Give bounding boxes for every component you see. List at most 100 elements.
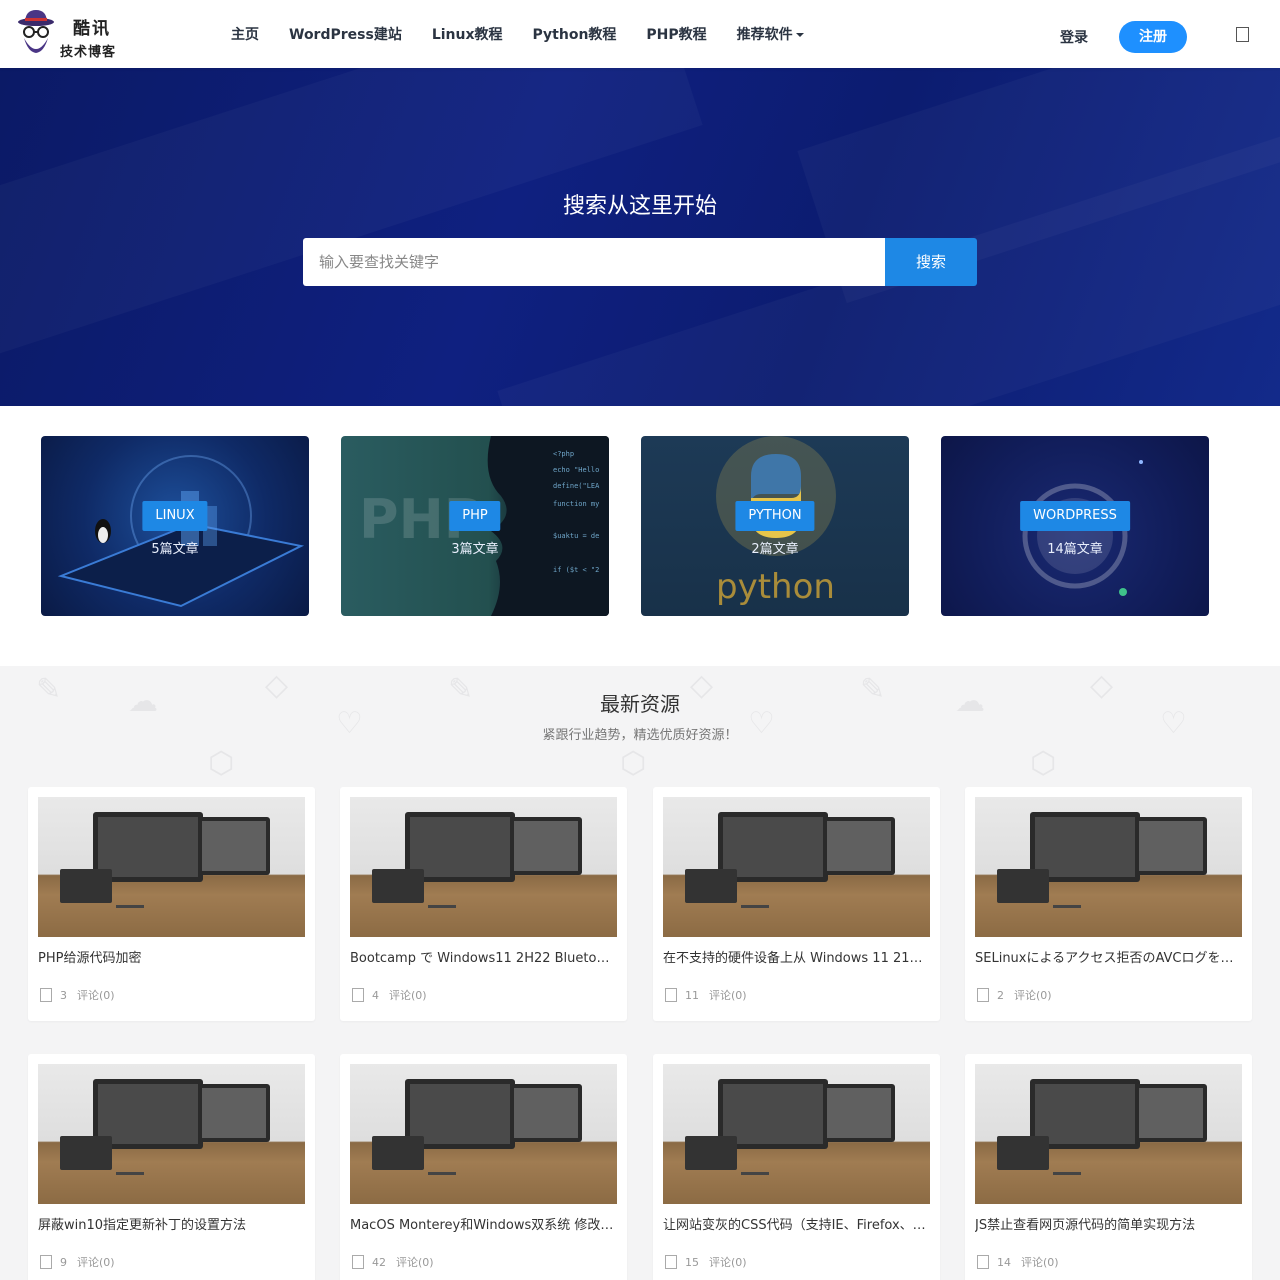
eye-icon: [352, 1255, 364, 1269]
post-title[interactable]: SELinuxによるアクセス拒否のAVCログを確認する: [975, 947, 1242, 966]
comment-count[interactable]: 评论(0): [396, 1254, 434, 1270]
desk-monitors-image: [997, 1079, 1207, 1175]
post-title[interactable]: PHP给源代码加密: [38, 947, 305, 966]
nav-item-python[interactable]: Python教程: [533, 24, 617, 44]
nav-item-linux[interactable]: Linux教程: [432, 24, 503, 44]
category-card-wordpress[interactable]: WORDPRESS 14篇文章: [941, 436, 1209, 616]
post-card[interactable]: 屏蔽win10指定更新补丁的设置方法 9 评论(0): [28, 1054, 315, 1280]
category-count: 14篇文章: [1047, 542, 1103, 557]
eye-icon: [665, 1255, 677, 1269]
category-section: LINUX 5篇文章 PHP <?php echo "Hello define(…: [0, 406, 1280, 666]
post-card[interactable]: MacOS Monterey和Windows双系统 修改默认启动 42 评论(0…: [340, 1054, 627, 1280]
svg-text:if ($t < "2: if ($t < "2: [553, 566, 599, 574]
post-title[interactable]: Bootcamp で Windows11 2H22 Bluetooth の問題: [350, 947, 617, 966]
svg-text:define("LEA: define("LEA: [553, 482, 600, 490]
search-input[interactable]: [303, 238, 885, 286]
section-title: 最新资源: [600, 692, 680, 716]
search-toggle-icon[interactable]: [1236, 27, 1249, 42]
desk-monitors-image: [372, 812, 582, 908]
post-thumbnail[interactable]: [38, 1064, 305, 1204]
desk-monitors-image: [372, 1079, 582, 1175]
desk-monitors-image: [685, 812, 895, 908]
post-thumbnail[interactable]: [663, 797, 930, 937]
category-count: 5篇文章: [151, 542, 199, 557]
svg-text:function my: function my: [553, 500, 599, 508]
post-meta: 9 评论(0): [40, 1254, 115, 1270]
post-card[interactable]: SELinuxによるアクセス拒否のAVCログを確認する 2 评论(0): [965, 787, 1252, 1021]
view-count: 4: [372, 988, 379, 1002]
comment-count[interactable]: 评论(0): [1021, 1254, 1059, 1270]
post-meta: 11 评论(0): [665, 987, 747, 1003]
view-count: 9: [60, 1255, 67, 1269]
comment-count[interactable]: 评论(0): [709, 1254, 747, 1270]
post-thumbnail[interactable]: [350, 797, 617, 937]
post-title[interactable]: 让网站变灰的CSS代码（支持IE、Firefox、Chrome）: [663, 1214, 930, 1233]
post-card[interactable]: 让网站变灰的CSS代码（支持IE、Firefox、Chrome） 15 评论(0…: [653, 1054, 940, 1280]
logo-line1: 酷讯: [73, 19, 111, 39]
post-card[interactable]: PHP给源代码加密 3 评论(0): [28, 787, 315, 1021]
login-link[interactable]: 登录: [1060, 27, 1088, 47]
cube-icon: ⬡: [620, 746, 647, 781]
eye-icon: [352, 988, 364, 1002]
post-card[interactable]: 在不支持的硬件设备上从 Windows 11 21H2 升级 11 评论(0): [653, 787, 940, 1021]
post-title[interactable]: JS禁止查看网页源代码的简单实现方法: [975, 1214, 1242, 1233]
comment-count[interactable]: 评论(0): [709, 987, 747, 1003]
post-card[interactable]: Bootcamp で Windows11 2H22 Bluetooth の問題 …: [340, 787, 627, 1021]
comment-count[interactable]: 评论(0): [77, 987, 115, 1003]
nav-item-software-dropdown[interactable]: 推荐软件: [737, 24, 804, 44]
register-button[interactable]: 注册: [1119, 21, 1187, 53]
post-title[interactable]: MacOS Monterey和Windows双系统 修改默认启动: [350, 1214, 617, 1233]
post-title[interactable]: 屏蔽win10指定更新补丁的设置方法: [38, 1214, 305, 1233]
cube-icon: ⬡: [1030, 746, 1057, 781]
section-subtitle: 紧跟行业趋势，精选优质好资源！: [542, 728, 738, 743]
post-meta: 3 评论(0): [40, 987, 115, 1003]
view-count: 15: [685, 1255, 699, 1269]
nav-item-php[interactable]: PHP教程: [646, 24, 706, 44]
desk-monitors-image: [997, 812, 1207, 908]
logo-line2: 技术博客: [60, 45, 117, 60]
comment-count[interactable]: 评论(0): [389, 987, 427, 1003]
eye-icon: [977, 1255, 989, 1269]
post-thumbnail[interactable]: [975, 1064, 1242, 1204]
post-meta: 15 评论(0): [665, 1254, 747, 1270]
category-badge: PHP: [449, 501, 501, 531]
eye-icon: [40, 1255, 52, 1269]
caret-down-icon: [795, 33, 804, 37]
site-logo[interactable]: 酷讯 技术博客: [16, 8, 136, 62]
post-meta: 2 评论(0): [977, 987, 1052, 1003]
latest-section: ✎ ☁ ◇ ♡ ⬡ ✎ ⬡ ◇ ♡ ✎ ☁ ⬡ ◇ ♡ 最新资源 紧跟行业趋势，…: [0, 666, 1280, 1280]
hero-banner: 搜索从这里开始 搜索: [0, 68, 1280, 406]
comment-count[interactable]: 评论(0): [77, 1254, 115, 1270]
post-thumbnail[interactable]: [350, 1064, 617, 1204]
view-count: 42: [372, 1255, 386, 1269]
category-card-linux[interactable]: LINUX 5篇文章: [41, 436, 309, 616]
post-meta: 42 评论(0): [352, 1254, 434, 1270]
post-thumbnail[interactable]: [975, 797, 1242, 937]
category-badge: LINUX: [142, 501, 208, 531]
post-title[interactable]: 在不支持的硬件设备上从 Windows 11 21H2 升级: [663, 947, 930, 966]
svg-text:<?php: <?php: [553, 450, 574, 458]
post-meta: 4 评论(0): [352, 987, 427, 1003]
view-count: 11: [685, 988, 699, 1002]
category-count: 2篇文章: [751, 542, 799, 557]
post-meta: 14 评论(0): [977, 1254, 1059, 1270]
post-thumbnail[interactable]: [38, 797, 305, 937]
eye-icon: [665, 988, 677, 1002]
post-card[interactable]: JS禁止查看网页源代码的简单实现方法 14 评论(0): [965, 1054, 1252, 1280]
hat-mascot-icon: [18, 10, 54, 53]
category-badge: WORDPRESS: [1020, 501, 1130, 531]
cube-icon: ⬡: [208, 746, 235, 781]
search-button[interactable]: 搜索: [885, 238, 977, 286]
desk-monitors-image: [60, 812, 270, 908]
nav-item-wordpress[interactable]: WordPress建站: [289, 24, 402, 44]
view-count: 2: [997, 988, 1004, 1002]
post-thumbnail[interactable]: [663, 1064, 930, 1204]
category-card-python[interactable]: python PYTHON 2篇文章: [641, 436, 909, 616]
nav-item-home[interactable]: 主页: [231, 24, 259, 44]
hero-title: 搜索从这里开始: [562, 194, 717, 219]
view-count: 14: [997, 1255, 1011, 1269]
category-card-php[interactable]: PHP <?php echo "Hello define("LEA functi…: [341, 436, 609, 616]
category-count: 3篇文章: [451, 542, 499, 557]
comment-count[interactable]: 评论(0): [1014, 987, 1052, 1003]
logo-text: 酷讯 技术博客: [60, 14, 116, 60]
